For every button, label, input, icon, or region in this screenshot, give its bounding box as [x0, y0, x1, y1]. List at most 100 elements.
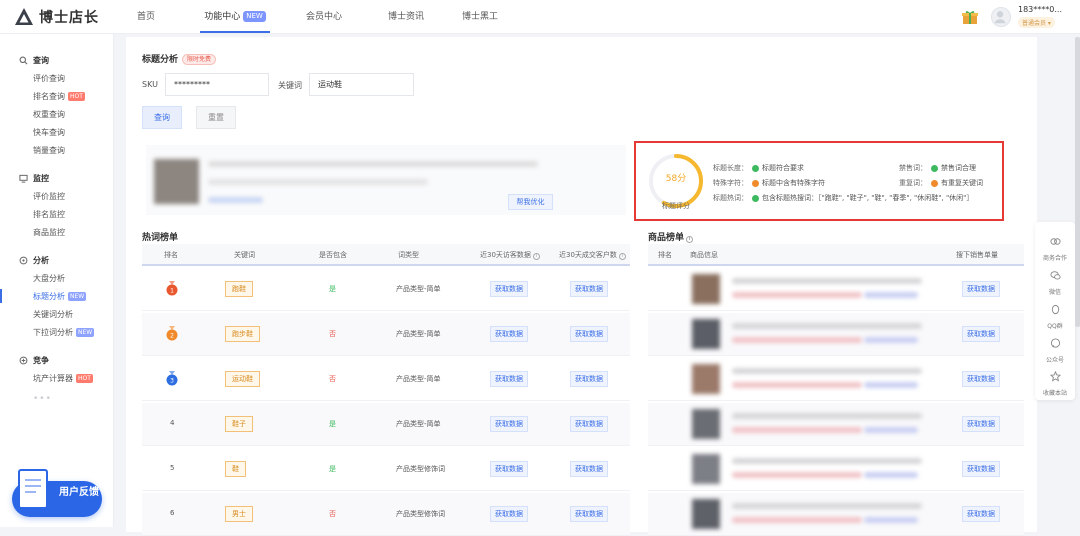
keyword-label: 关键词 [278, 81, 302, 90]
sidebar-item-review-monitor[interactable]: 评价监控 [33, 191, 65, 202]
nav-member-center[interactable]: 会员中心 [290, 0, 358, 34]
rank-number: 2 [170, 333, 174, 340]
sidebar-item-pit-calculator[interactable]: 坑产计算器 HOT [33, 373, 93, 384]
sidebar-item-market-analysis[interactable]: 大盘分析 [33, 273, 65, 284]
check-text: 有重复关键词 [941, 179, 983, 187]
query-button[interactable]: 查询 [142, 106, 182, 129]
page-scrollbar[interactable] [1075, 37, 1080, 327]
float-label: 公众号 [1045, 357, 1064, 364]
table-row: 获取数据 [648, 313, 1024, 356]
col-type: 词类型 [398, 251, 419, 259]
logo-icon [15, 8, 33, 25]
nav-home[interactable]: 首页 [120, 0, 172, 34]
gift-icon[interactable] [962, 10, 978, 24]
sidebar-item-label: 下拉词分析 [33, 328, 73, 337]
get-visitors-button[interactable]: 获取数据 [490, 461, 528, 477]
get-visitors-button[interactable]: 获取数据 [490, 371, 528, 387]
medal-icon: 2 [166, 326, 178, 341]
included-flag: 是 [329, 465, 336, 473]
included-flag: 是 [329, 285, 336, 293]
nav-feature-center[interactable]: 功能中心 NEW [192, 0, 278, 34]
sidebar-item-keyword-analysis[interactable]: 关键词分析 [33, 309, 73, 320]
get-buyers-button[interactable]: 获取数据 [570, 326, 608, 342]
get-buyers-button[interactable]: 获取数据 [570, 416, 608, 432]
goods-shop-blurred [864, 382, 918, 388]
sidebar-item-rank-query[interactable]: 排名查询 HOT [33, 91, 85, 102]
info-icon[interactable]: i [618, 253, 626, 260]
user-name[interactable]: 183****0... [1018, 5, 1062, 14]
keyword-chip[interactable]: 鞋子 [225, 416, 253, 432]
sidebar-item-rank-monitor[interactable]: 排名监控 [33, 209, 65, 220]
table-row: 获取数据 [648, 448, 1024, 491]
sidebar-item-label: 评价监控 [33, 192, 65, 201]
keyword-chip[interactable]: 跑步鞋 [225, 326, 260, 342]
keyword-input[interactable]: 运动鞋 [309, 73, 414, 96]
get-visitors-button[interactable]: 获取数据 [490, 416, 528, 432]
product-subtitle-blurred [208, 179, 428, 185]
info-icon[interactable]: i [686, 236, 694, 243]
keyword-chip[interactable]: 跑鞋 [225, 281, 253, 297]
ok-icon [931, 164, 938, 172]
goods-title-blurred [732, 368, 922, 374]
get-sales-button[interactable]: 获取数据 [962, 371, 1000, 387]
get-buyers-button[interactable]: 获取数据 [570, 371, 608, 387]
check-text: 禁售词合理 [941, 164, 976, 172]
get-buyers-button[interactable]: 获取数据 [570, 461, 608, 477]
product-title-blurred [208, 161, 538, 167]
info-icon[interactable]: i [532, 253, 540, 260]
nav-news-label: 博士资讯 [387, 12, 424, 22]
logo-text: 博士店长 [39, 10, 99, 26]
get-visitors-button[interactable]: 获取数据 [490, 326, 528, 342]
sidebar-item-label: 评价查询 [33, 74, 65, 83]
check-title-length: 标题长度： 标题符合要求 [713, 163, 804, 173]
logo[interactable]: 博士店长 [14, 7, 99, 27]
get-sales-button[interactable]: 获取数据 [962, 416, 1000, 432]
nav-news[interactable]: 博士资讯 [372, 0, 440, 34]
goods-image [692, 319, 720, 349]
float-official-account[interactable]: 公众号 [1035, 334, 1075, 364]
sidebar-item-weight-query[interactable]: 权重查询 [33, 109, 65, 120]
float-business[interactable]: 商务合作 [1035, 232, 1075, 262]
feedback-button[interactable]: 用户反馈 [12, 469, 102, 517]
warning-icon [931, 179, 938, 187]
sidebar-item-express-query[interactable]: 快车查询 [33, 127, 65, 138]
get-visitors-button[interactable]: 获取数据 [490, 506, 528, 522]
sidebar-group-compete: 竞争 [33, 356, 49, 365]
goods-image [692, 454, 720, 484]
nav-tools[interactable]: 博士黑工 [446, 0, 514, 34]
sidebar-item-title-analysis[interactable]: 标题分析 NEW [33, 291, 87, 302]
keyword-chip[interactable]: 鞋 [225, 461, 246, 477]
sidebar-more[interactable]: ••• [33, 394, 52, 404]
user-level-badge[interactable]: 普通会员 ▾ [1018, 17, 1055, 28]
goods-title-blurred [732, 278, 922, 284]
get-buyers-button[interactable]: 获取数据 [570, 281, 608, 297]
sidebar-item-review-query[interactable]: 评价查询 [33, 73, 65, 84]
get-buyers-button[interactable]: 获取数据 [570, 506, 608, 522]
get-sales-button[interactable]: 获取数据 [962, 281, 1000, 297]
optimize-button[interactable]: 帮我优化 [508, 194, 553, 210]
sidebar-group-query: 查询 [33, 56, 49, 65]
table-row: 3 运动鞋 否 产品类型-简单 获取数据 获取数据 [142, 358, 630, 401]
avatar[interactable] [991, 7, 1011, 27]
keyword-chip[interactable]: 男士 [225, 506, 253, 522]
get-sales-button[interactable]: 获取数据 [962, 461, 1000, 477]
get-visitors-button[interactable]: 获取数据 [490, 281, 528, 297]
nav-feature-center-label: 功能中心 [204, 12, 241, 22]
goods-shop-blurred [864, 472, 918, 478]
get-sales-button[interactable]: 获取数据 [962, 326, 1000, 342]
sidebar-item-sales-query[interactable]: 销量查询 [33, 145, 65, 156]
sidebar-item-dropdown-analysis[interactable]: 下拉词分析 NEW [33, 327, 95, 338]
sku-input[interactable]: ********* [165, 73, 269, 96]
sidebar-item-goods-monitor[interactable]: 商品监控 [33, 227, 65, 238]
sidebar-item-label: 排名查询 [33, 92, 65, 101]
page-title-text: 标题分析 [142, 55, 179, 65]
float-qq[interactable]: QQ群 [1035, 300, 1075, 330]
get-sales-button[interactable]: 获取数据 [962, 506, 1000, 522]
product-link-blurred [208, 197, 263, 203]
float-bookmark[interactable]: 收藏本站 [1035, 367, 1075, 397]
reset-button[interactable]: 重置 [196, 106, 236, 129]
float-wechat[interactable]: 微信 [1035, 266, 1075, 296]
keyword-chip[interactable]: 运动鞋 [225, 371, 260, 387]
rank-number: 4 [170, 419, 175, 427]
word-type: 产品类型-简单 [396, 375, 441, 383]
